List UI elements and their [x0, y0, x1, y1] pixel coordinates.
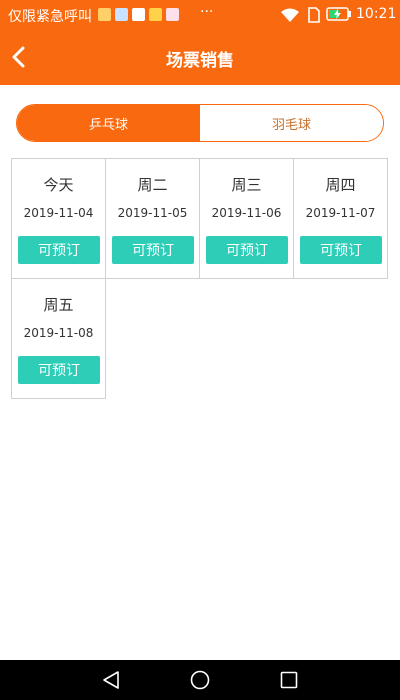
date-label: 2019-11-08 — [23, 326, 94, 340]
book-button[interactable]: 可预订 — [112, 236, 194, 264]
system-nav-bar — [0, 660, 400, 700]
sim-icon — [308, 7, 320, 23]
book-button[interactable]: 可预订 — [18, 236, 100, 264]
day-label: 周五 — [43, 296, 74, 314]
day-card: 周二 2019-11-05 可预订 — [105, 158, 200, 279]
recents-square-icon[interactable] — [280, 671, 298, 689]
notification-home-icon — [166, 8, 179, 21]
status-bar: 仅限紧急呼叫 ··· 10:21 — [0, 0, 400, 30]
day-card: 今天 2019-11-04 可预订 — [11, 158, 106, 279]
day-label: 今天 — [43, 176, 74, 194]
day-label: 周三 — [231, 176, 262, 194]
battery-charging-icon — [326, 7, 351, 21]
notification-app-icon — [149, 8, 162, 21]
tab-table-tennis[interactable]: 乒乓球 — [17, 105, 200, 141]
page-title: 场票销售 — [166, 51, 234, 71]
carrier-text: 仅限紧急呼叫 — [8, 9, 92, 25]
day-label: 周二 — [137, 176, 168, 194]
book-button[interactable]: 可预订 — [300, 236, 382, 264]
clock: 10:21 — [356, 6, 397, 22]
more-notifications-indicator: ··· — [200, 4, 214, 20]
home-circle-icon[interactable] — [190, 670, 210, 690]
date-label: 2019-11-04 — [23, 206, 94, 220]
day-card: 周三 2019-11-06 可预订 — [199, 158, 294, 279]
date-label: 2019-11-05 — [117, 206, 188, 220]
book-button[interactable]: 可预订 — [18, 356, 100, 384]
date-label: 2019-11-07 — [305, 206, 376, 220]
wifi-icon — [281, 8, 299, 22]
day-card: 周四 2019-11-07 可预订 — [293, 158, 388, 279]
tab-badminton[interactable]: 羽毛球 — [200, 105, 383, 141]
notification-app-icon — [98, 8, 111, 21]
day-label: 周四 — [325, 176, 356, 194]
notification-gallery-icon — [115, 8, 128, 21]
notification-a-icon — [132, 8, 145, 21]
back-triangle-icon[interactable] — [101, 670, 121, 690]
notification-icons — [98, 8, 179, 21]
day-card: 周五 2019-11-08 可预订 — [11, 278, 106, 399]
sport-segmented-control: 乒乓球 羽毛球 — [16, 104, 384, 142]
book-button[interactable]: 可预订 — [206, 236, 288, 264]
date-label: 2019-11-06 — [211, 206, 282, 220]
app-header: 场票销售 — [0, 30, 400, 85]
